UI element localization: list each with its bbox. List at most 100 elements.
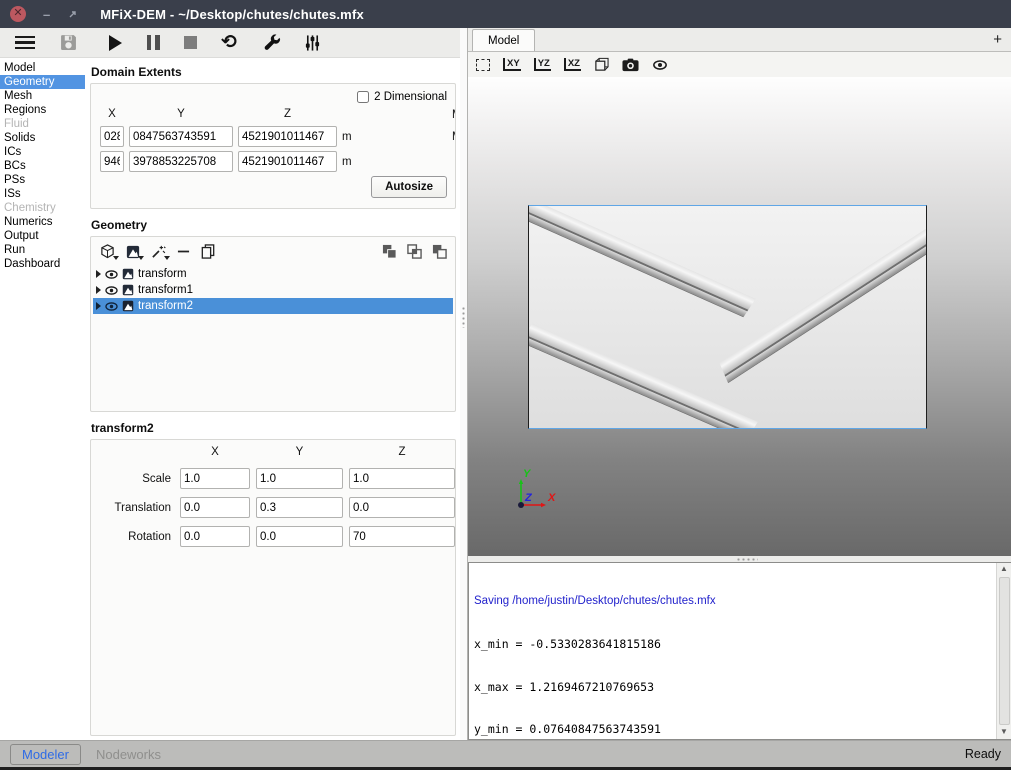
save-button[interactable] <box>50 30 86 56</box>
console-scrollbar[interactable]: ▲ ▼ <box>996 563 1011 739</box>
view-xz-button[interactable]: XZ <box>564 58 581 71</box>
sidebar-item-model[interactable]: Model <box>0 61 85 75</box>
translation-y-input[interactable] <box>256 497 343 518</box>
minimize-button[interactable]: – <box>43 7 50 22</box>
ymin-input[interactable] <box>129 126 233 147</box>
xmax-input[interactable] <box>100 151 124 172</box>
sidebar-item-solids[interactable]: Solids <box>0 131 85 145</box>
sidebar-item-run[interactable]: Run <box>0 243 85 257</box>
filters-button[interactable] <box>151 244 166 259</box>
scroll-down-icon[interactable]: ▼ <box>1000 726 1008 739</box>
intersect-icon <box>407 244 422 259</box>
status-bar: Modeler Nodeworks Ready <box>0 740 1011 770</box>
view-toolbar: XY YZ XZ <box>468 52 1011 77</box>
autosize-button[interactable]: Autosize <box>371 176 447 198</box>
perspective-cube-icon <box>594 57 609 72</box>
menu-button[interactable] <box>8 30 42 56</box>
geometry-group: transform <box>90 236 456 412</box>
sidebar-item-bcs[interactable]: BCs <box>0 159 85 173</box>
sidebar-item-iss[interactable]: ISs <box>0 187 85 201</box>
menu-icon <box>15 36 35 49</box>
orientation-axes-widget: Y X Z <box>504 465 574 535</box>
tree-item-label: transform <box>138 268 187 280</box>
sidebar-item-ics[interactable]: ICs <box>0 145 85 159</box>
scale-z-input[interactable] <box>349 468 455 489</box>
visibility-eye-icon[interactable] <box>105 300 118 313</box>
translation-label: Translation <box>100 502 174 514</box>
add-stl-button[interactable] <box>126 245 140 259</box>
pause-button[interactable] <box>135 30 171 56</box>
translation-z-input[interactable] <box>349 497 455 518</box>
close-button[interactable]: ✕ <box>10 6 26 22</box>
expand-caret-icon[interactable] <box>96 286 101 294</box>
splitter-handle-dots <box>736 558 758 561</box>
add-tab-button[interactable]: + <box>993 32 1002 47</box>
settings-button[interactable] <box>294 30 330 56</box>
sidebar-item-chemistry: Chemistry <box>0 201 85 215</box>
pause-icon <box>147 35 160 50</box>
visibility-eye-icon[interactable] <box>105 284 118 297</box>
left-pane: ⟲ Model Geometry <box>0 28 460 740</box>
sidebar-item-mesh[interactable]: Mesh <box>0 89 85 103</box>
modeler-tab-button[interactable]: Modeler <box>10 744 81 765</box>
sidebar-item-output[interactable]: Output <box>0 229 85 243</box>
sidebar-item-regions[interactable]: Regions <box>0 103 85 117</box>
sidebar-item-pss[interactable]: PSs <box>0 173 85 187</box>
difference-button[interactable] <box>432 244 447 259</box>
translation-x-input[interactable] <box>180 497 250 518</box>
scale-y-input[interactable] <box>256 468 343 489</box>
intersect-button[interactable] <box>407 244 422 259</box>
app-window: ✕ – MFiX-DEM - ~/Desktop/chutes/chutes.m… <box>0 0 1011 770</box>
scroll-thumb[interactable] <box>999 577 1010 725</box>
reset-icon: ⟲ <box>221 33 237 52</box>
build-button[interactable] <box>253 30 291 56</box>
copy-geometry-button[interactable] <box>201 244 215 259</box>
console-line: x_min = -0.5330283641815186 <box>474 637 994 651</box>
maximize-button[interactable] <box>67 9 78 20</box>
reset-button[interactable]: ⟲ <box>210 30 248 56</box>
tree-row-transform[interactable]: transform <box>93 266 453 282</box>
sidebar-item-geometry[interactable]: Geometry <box>0 75 85 89</box>
add-geometry-button[interactable] <box>100 244 115 259</box>
remove-geometry-button[interactable] <box>177 245 190 258</box>
scale-x-input[interactable] <box>180 468 250 489</box>
expand-caret-icon[interactable] <box>96 302 101 310</box>
geometry-title: Geometry <box>91 218 456 232</box>
save-icon <box>60 34 77 51</box>
zmax-input[interactable] <box>238 151 337 172</box>
rotation-x-input[interactable] <box>180 526 250 547</box>
nodeworks-tab-button[interactable]: Nodeworks <box>96 747 161 762</box>
xmin-input[interactable] <box>100 126 124 147</box>
eye-icon <box>652 58 668 72</box>
ymax-input[interactable] <box>129 151 233 172</box>
visibility-button[interactable] <box>652 58 668 72</box>
two-dimensional-checkbox[interactable] <box>357 91 369 103</box>
rotation-y-input[interactable] <box>256 526 343 547</box>
scroll-up-icon[interactable]: ▲ <box>1000 563 1008 576</box>
sidebar-item-dashboard[interactable]: Dashboard <box>0 257 85 271</box>
sidebar-item-numerics[interactable]: Numerics <box>0 215 85 229</box>
dropdown-caret-icon <box>113 256 119 260</box>
view-yz-button[interactable]: YZ <box>534 58 551 71</box>
rotation-z-input[interactable] <box>349 526 455 547</box>
union-button[interactable] <box>382 244 397 259</box>
tree-item-label: transform1 <box>138 284 193 296</box>
screenshot-button[interactable] <box>622 58 639 72</box>
fit-view-button[interactable] <box>476 59 490 71</box>
model-3d-viewport[interactable]: Y X Z <box>468 77 1011 556</box>
vertical-splitter[interactable] <box>460 28 467 740</box>
stop-button[interactable] <box>172 30 208 56</box>
tab-model[interactable]: Model <box>472 29 535 51</box>
view-xy-button[interactable]: XY <box>503 58 521 71</box>
view-tabbar: Model + <box>468 28 1011 52</box>
tree-row-transform1[interactable]: transform1 <box>93 282 453 298</box>
expand-caret-icon[interactable] <box>96 270 101 278</box>
maximize-icon <box>67 9 78 20</box>
console-output: Saving /home/justin/Desktop/chutes/chute… <box>469 563 996 739</box>
tree-row-transform2[interactable]: transform2 <box>93 298 453 314</box>
horizontal-splitter[interactable] <box>468 556 1011 562</box>
perspective-button[interactable] <box>594 57 609 72</box>
run-button[interactable] <box>97 30 133 56</box>
visibility-eye-icon[interactable] <box>105 268 118 281</box>
zmin-input[interactable] <box>238 126 337 147</box>
